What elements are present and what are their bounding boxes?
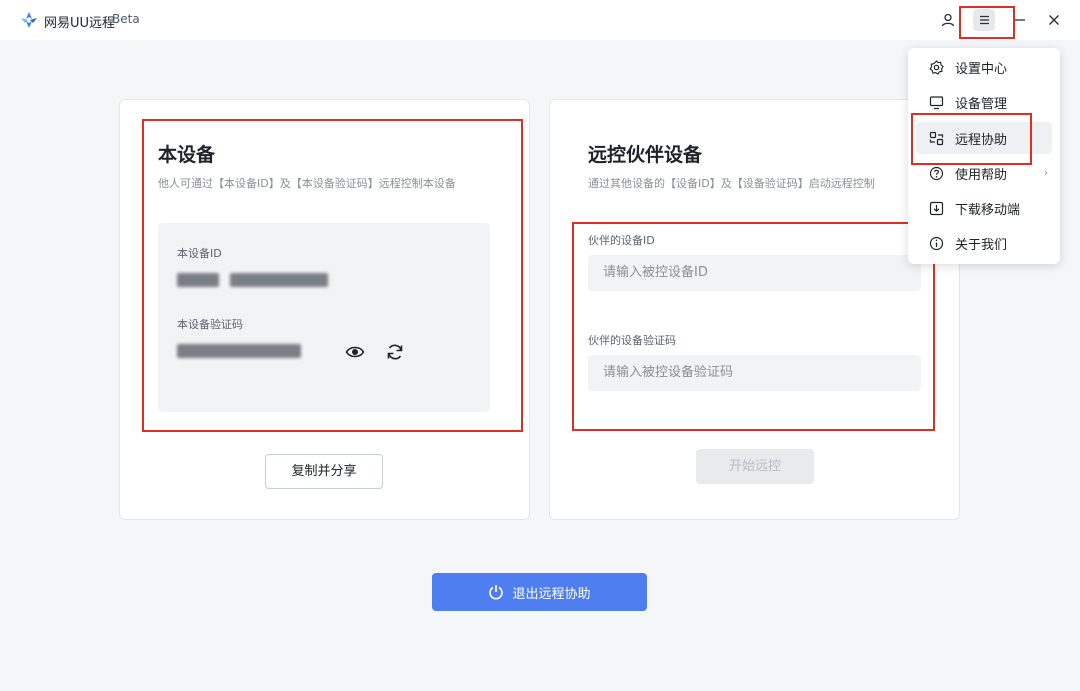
app-logo-icon	[21, 12, 37, 28]
copy-share-button[interactable]: 复制并分享	[265, 454, 383, 489]
eye-icon[interactable]	[345, 342, 365, 362]
menu-item-download-mobile[interactable]: 下载移动端	[908, 192, 1060, 224]
menu-item-about[interactable]: 关于我们	[908, 227, 1060, 259]
menu-item-help[interactable]: 使用帮助 ›	[908, 157, 1060, 189]
menu-item-device-management[interactable]: 设备管理	[908, 86, 1060, 118]
menu-item-label: 设备管理	[955, 96, 1008, 112]
help-icon	[928, 165, 944, 181]
menu-item-label: 远程协助	[955, 132, 1008, 148]
menu-item-label: 下载移动端	[955, 202, 1021, 218]
monitor-icon	[928, 94, 944, 110]
close-icon[interactable]	[1044, 10, 1064, 30]
user-icon[interactable]	[938, 10, 958, 30]
menu-item-label: 使用帮助	[955, 167, 1008, 183]
remote-assist-icon	[928, 130, 944, 146]
menu-item-label: 关于我们	[955, 237, 1008, 253]
local-code-label: 本设备验证码	[177, 318, 243, 331]
exit-remote-assist-button[interactable]: 退出远程协助	[432, 573, 647, 611]
download-icon	[928, 200, 944, 216]
chevron-right-icon: ›	[1044, 167, 1048, 179]
power-icon	[489, 585, 504, 600]
info-icon	[928, 235, 944, 251]
app-title: 网易UU远程	[44, 16, 116, 31]
minimize-icon[interactable]	[1010, 10, 1030, 30]
local-id-label: 本设备ID	[177, 247, 222, 260]
beta-badge: Beta	[112, 12, 140, 26]
start-remote-button[interactable]: 开始远控	[696, 449, 814, 484]
menu-item-settings[interactable]: 设置中心	[908, 51, 1060, 83]
refresh-icon[interactable]	[385, 342, 405, 362]
exit-remote-assist-label: 退出远程协助	[512, 586, 591, 602]
partner-id-input[interactable]: 请输入被控设备ID	[588, 255, 921, 291]
partner-code-label: 伙伴的设备验证码	[588, 334, 676, 347]
gear-icon	[928, 59, 944, 75]
partner-device-title: 远控伙伴设备	[588, 144, 703, 166]
title-bar: 网易UU远程 Beta	[0, 0, 1080, 40]
partner-device-subtitle: 通过其他设备的【设备ID】及【设备验证码】启动远程控制	[588, 177, 875, 190]
main-menu-dropdown: 设置中心 设备管理 远程协助 使用帮助 › 下载移动端 关于我们	[908, 48, 1060, 264]
menu-item-label: 设置中心	[955, 61, 1008, 77]
partner-id-label: 伙伴的设备ID	[588, 234, 655, 247]
local-device-subtitle: 他人可通过【本设备ID】及【本设备验证码】远程控制本设备	[158, 177, 456, 190]
menu-icon	[979, 15, 989, 25]
menu-item-remote-assist[interactable]: 远程协助	[916, 122, 1052, 154]
local-device-title: 本设备	[158, 144, 216, 166]
partner-code-input[interactable]: 请输入被控设备验证码	[588, 355, 921, 391]
menu-button[interactable]	[973, 9, 995, 31]
